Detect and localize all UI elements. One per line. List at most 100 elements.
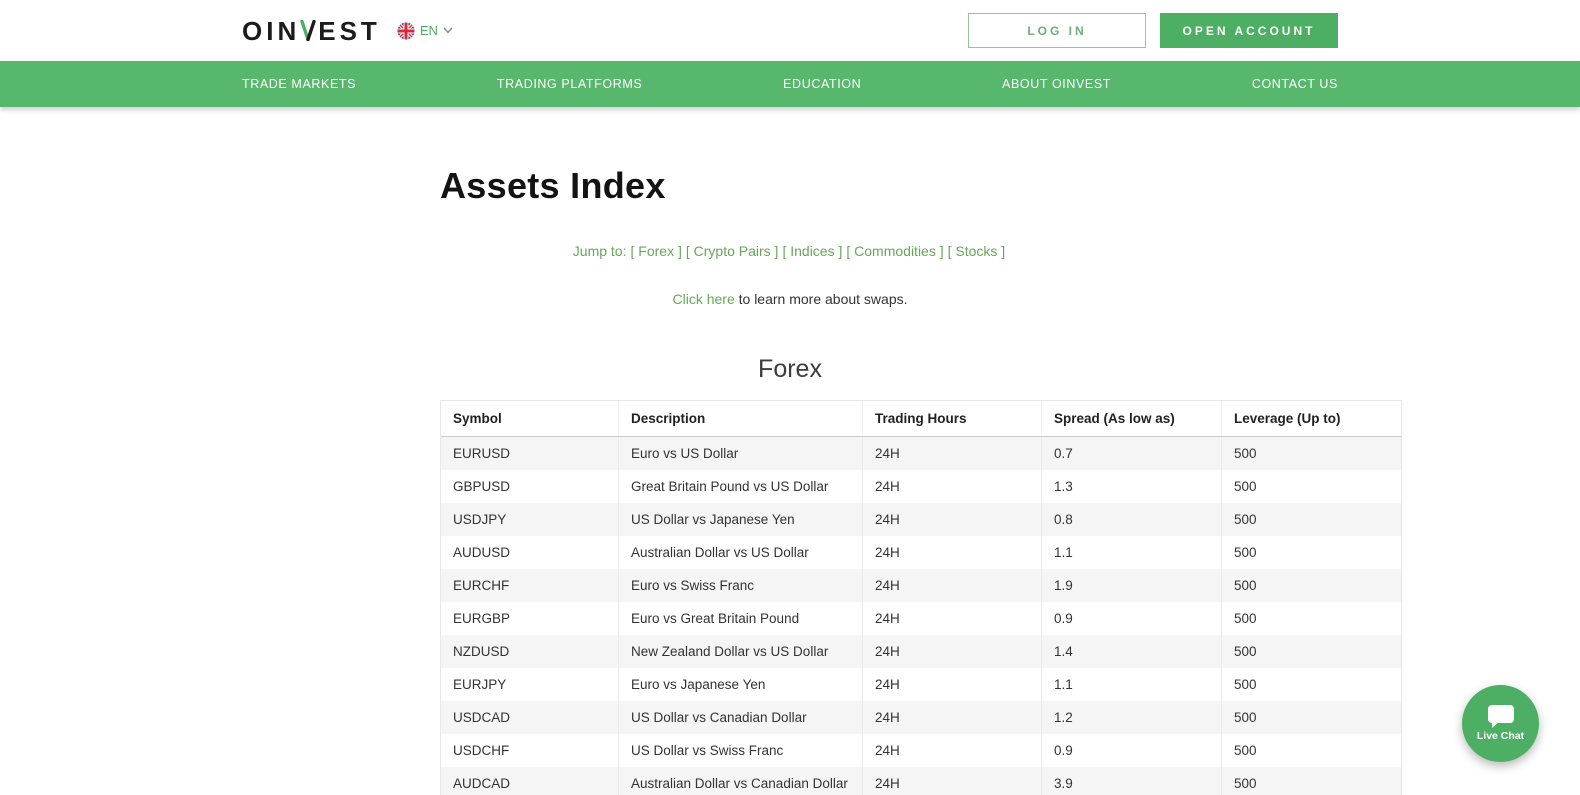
cell-symbol: USDCAD [453,710,511,725]
cell-spread: 0.9 [1041,602,1221,635]
cell-trading-hours: 24H [862,734,1041,767]
jump-to-row: Jump to:[ Forex ][ Crypto Pairs ][ Indic… [0,243,1580,259]
forex-table-header: Symbol Description Trading Hours Spread … [441,401,1401,437]
table-row: GBPUSD Great Britain Pound vs US Dollar … [441,470,1401,503]
cell-leverage: 500 [1221,536,1401,569]
cell-symbol: USDCHF [453,743,510,758]
cell-description: US Dollar vs Swiss Franc [618,734,862,767]
logo-text-est: EST [318,15,381,46]
table-header-cell: Description [618,401,862,436]
swaps-link[interactable]: Click here [672,291,734,307]
table-row: EURUSD Euro vs US Dollar 24H 0.7 500 [441,437,1401,470]
cell-trading-hours: 24H [862,470,1041,503]
chat-bubble-icon [1487,705,1514,728]
cell-trading-hours: 24H [862,602,1041,635]
cell-spread: 1.9 [1041,569,1221,602]
main-content: Assets Index Jump to:[ Forex ][ Crypto P… [0,107,1580,795]
cell-symbol: EURGBP [453,611,511,626]
table-row: AUDCAD Australian Dollar vs Canadian Dol… [441,767,1401,795]
jump-link[interactable]: [ Stocks ] [948,243,1006,259]
cell-trading-hours: 24H [862,536,1041,569]
jump-link[interactable]: [ Crypto Pairs ] [686,243,779,259]
cell-description: New Zealand Dollar vs US Dollar [618,635,862,668]
table-row: NZDUSD New Zealand Dollar vs US Dollar 2… [441,635,1401,668]
jump-links: [ Forex ][ Crypto Pairs ][ Indices ][ Co… [629,243,1008,259]
swaps-note-text: to learn more about swaps. [734,291,908,307]
nav-item[interactable]: TRADING PLATFORMS [497,77,642,91]
oinvest-logo[interactable]: OIN EST [242,18,381,44]
cell-description: Australian Dollar vs Canadian Dollar [618,767,862,795]
cell-spread: 0.7 [1041,437,1221,470]
cell-description: Euro vs Great Britain Pound [618,602,862,635]
cell-spread: 3.9 [1041,767,1221,795]
cell-spread: 1.2 [1041,701,1221,734]
jump-link[interactable]: [ Indices ] [782,243,842,259]
cell-trading-hours: 24H [862,635,1041,668]
table-row: EURGBP Euro vs Great Britain Pound 24H 0… [441,602,1401,635]
table-row: EURJPY Euro vs Japanese Yen 24H 1.1 500 [441,668,1401,701]
table-header-cell: Spread (As low as) [1041,401,1221,436]
table-row: USDCAD US Dollar vs Canadian Dollar 24H … [441,701,1401,734]
language-selector[interactable]: EN [397,22,453,40]
cell-leverage: 500 [1221,569,1401,602]
main-nav: TRADE MARKETS TRADING PLATFORMS EDUCATIO… [0,61,1580,107]
cell-trading-hours: 24H [862,668,1041,701]
cell-symbol: USDJPY [453,512,507,527]
cell-symbol: NZDUSD [453,644,510,659]
table-row: USDJPY US Dollar vs Japanese Yen 24H 0.8… [441,503,1401,536]
cell-description: US Dollar vs Canadian Dollar [618,701,862,734]
cell-description: Euro vs US Dollar [618,437,862,470]
cell-spread: 1.3 [1041,470,1221,503]
cell-trading-hours: 24H [862,437,1041,470]
open-account-button[interactable]: OPEN ACCOUNT [1160,13,1338,48]
forex-table-body: EURUSD Euro vs US Dollar 24H 0.7 500 GBP… [441,437,1401,795]
chevron-down-icon [443,27,453,34]
top-header: OIN EST EN LOG IN OPEN ACCOUNT [0,0,1580,61]
cell-spread: 1.1 [1041,536,1221,569]
jump-link[interactable]: [ Commodities ] [846,243,943,259]
table-row: AUDUSD Australian Dollar vs US Dollar 24… [441,536,1401,569]
logo-v-mark [300,20,316,41]
nav-item[interactable]: TRADE MARKETS [242,77,356,91]
table-row: USDCHF US Dollar vs Swiss Franc 24H 0.9 … [441,734,1401,767]
live-chat-button[interactable]: Live Chat [1462,685,1539,762]
cell-symbol: EURUSD [453,446,511,461]
cell-leverage: 500 [1221,437,1401,470]
main-nav-items: TRADE MARKETS TRADING PLATFORMS EDUCATIO… [242,61,1338,107]
cell-spread: 0.8 [1041,503,1221,536]
cell-symbol: GBPUSD [453,479,511,494]
swaps-note: Click here to learn more about swaps. [0,291,1580,307]
table-header-cell: Leverage (Up to) [1221,401,1401,436]
cell-symbol: AUDUSD [453,545,511,560]
cell-description: US Dollar vs Japanese Yen [618,503,862,536]
table-row: EURCHF Euro vs Swiss Franc 24H 1.9 500 [441,569,1401,602]
cell-leverage: 500 [1221,635,1401,668]
cell-leverage: 500 [1221,602,1401,635]
cell-leverage: 500 [1221,668,1401,701]
cell-leverage: 500 [1221,734,1401,767]
cell-description: Euro vs Swiss Franc [618,569,862,602]
cell-trading-hours: 24H [862,569,1041,602]
top-header-inner: OIN EST EN LOG IN OPEN ACCOUNT [242,13,1338,48]
jump-to-label: Jump to: [572,243,627,259]
cell-leverage: 500 [1221,701,1401,734]
nav-item[interactable]: EDUCATION [783,77,861,91]
cell-spread: 0.9 [1041,734,1221,767]
jump-link[interactable]: [ Forex ] [631,243,682,259]
cell-description: Great Britain Pound vs US Dollar [618,470,862,503]
cell-description: Australian Dollar vs US Dollar [618,536,862,569]
cell-leverage: 500 [1221,470,1401,503]
uk-flag-icon [397,22,415,39]
nav-item[interactable]: ABOUT OINVEST [1002,77,1111,91]
cell-trading-hours: 24H [862,503,1041,536]
live-chat-label: Live Chat [1476,730,1525,742]
login-button[interactable]: LOG IN [968,13,1146,48]
nav-item[interactable]: CONTACT US [1252,77,1338,91]
table-header-cell: Symbol [453,411,502,426]
cell-description: Euro vs Japanese Yen [618,668,862,701]
cell-symbol: EURJPY [453,677,507,692]
cell-spread: 1.4 [1041,635,1221,668]
table-header-cell: Trading Hours [862,401,1041,436]
cell-leverage: 500 [1221,767,1401,795]
cell-symbol: EURCHF [453,578,510,593]
